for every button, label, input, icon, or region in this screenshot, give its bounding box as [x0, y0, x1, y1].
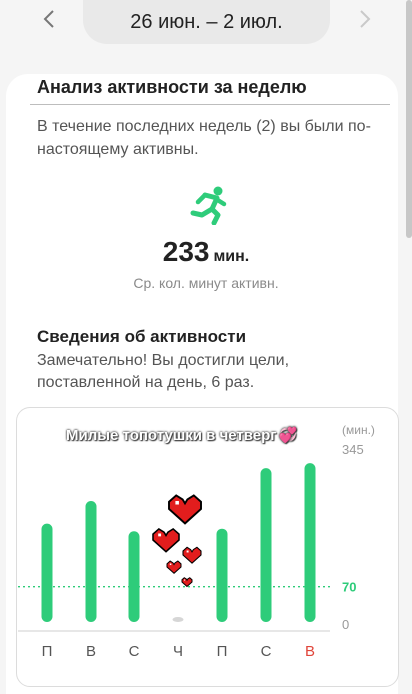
previous-week-button[interactable]: [34, 4, 64, 34]
weekly-analysis-text: В течение последних недель (2) вы были п…: [37, 118, 371, 158]
average-minutes-unit: мин.: [213, 248, 250, 265]
date-range-label: 26 июн. – 2 июл.: [130, 10, 283, 33]
average-active-minutes: 233 мин.: [0, 236, 412, 268]
chevron-left-icon: [43, 10, 54, 28]
title-divider: [30, 104, 390, 105]
scrollbar[interactable]: [406, 0, 412, 238]
weekly-analysis-title: Анализ активности за неделю: [37, 77, 307, 97]
average-minutes-caption: Ср. кол. минут активн.: [133, 275, 279, 291]
running-person-icon: [190, 186, 227, 225]
date-header: 26 июн. – 2 июл.: [0, 0, 412, 46]
daily-activity-chart[interactable]: [16, 407, 399, 687]
sticker-caption: Милые топотушки в четверг 💞: [66, 427, 298, 444]
heart-emoji-icon: 💞: [278, 427, 298, 444]
date-range-selector[interactable]: 26 июн. – 2 июл.: [83, 0, 330, 44]
next-week-button[interactable]: [350, 4, 380, 34]
average-minutes-value: 233: [162, 236, 210, 267]
activity-details-text: Замечательно! Вы достигли цели, поставле…: [37, 352, 290, 391]
activity-details-title: Сведения об активности: [37, 327, 247, 346]
chevron-right-icon: [360, 10, 371, 28]
